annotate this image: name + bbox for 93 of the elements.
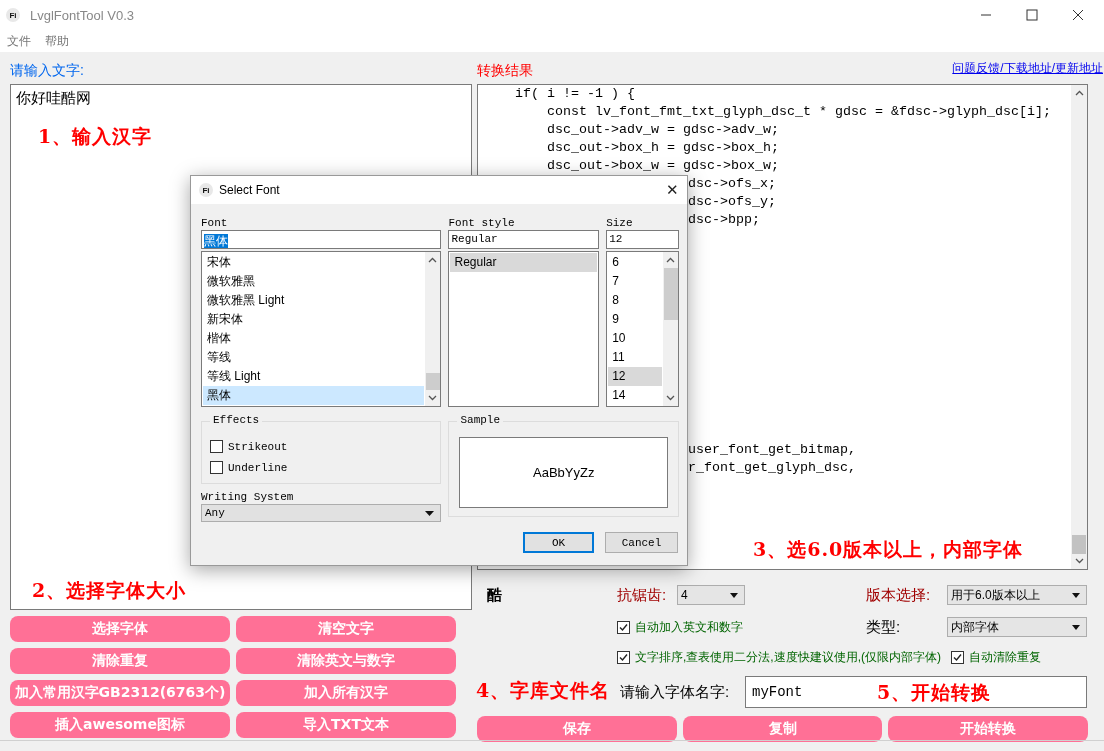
scrollbar[interactable] bbox=[425, 252, 441, 406]
scrollbar-thumb[interactable] bbox=[426, 373, 440, 390]
font-list-item[interactable]: 微软雅黑 Light bbox=[203, 291, 425, 310]
size-list-item[interactable]: 11 bbox=[608, 348, 662, 367]
annotation-text: 3、选6.0版本以上，内部字体 bbox=[753, 537, 1024, 562]
chevron-down-icon[interactable] bbox=[666, 395, 675, 401]
font-list-item[interactable]: 楷体 bbox=[203, 329, 425, 348]
writing-system-label: Writing System bbox=[201, 491, 295, 503]
font-list-item[interactable]: 等线 bbox=[203, 348, 425, 367]
caret-down-icon bbox=[1072, 592, 1080, 598]
glyph-preview: 酷 bbox=[487, 585, 503, 605]
caret-down-icon bbox=[425, 510, 435, 516]
app-icon: Fi bbox=[6, 8, 20, 22]
size-field[interactable]: 12 bbox=[606, 230, 679, 249]
size-list-item[interactable]: 8 bbox=[608, 291, 662, 310]
font-list-item[interactable]: 微软雅黑 bbox=[203, 272, 425, 291]
code-line: dsc_out->adv_w = gdsc->adv_w; bbox=[547, 121, 779, 139]
font-style-field[interactable]: Regular bbox=[448, 230, 600, 249]
checkbox[interactable] bbox=[617, 650, 630, 664]
annotation-text: 4、字库文件名 bbox=[476, 678, 611, 703]
font-list[interactable]: 宋体 微软雅黑 微软雅黑 Light 新宋体 楷体 等线 等线 Light 黑体 bbox=[201, 251, 442, 407]
chevron-down-icon[interactable] bbox=[1074, 558, 1084, 564]
scrollbar-thumb[interactable] bbox=[1072, 535, 1086, 554]
maximize-icon[interactable] bbox=[1026, 9, 1038, 21]
size-list-item[interactable]: 10 bbox=[608, 329, 662, 348]
code-line: dsc_out->box_w = gdsc->box_w; bbox=[547, 157, 779, 175]
effects-label: Effects bbox=[210, 414, 263, 426]
close-icon[interactable] bbox=[1072, 9, 1084, 21]
checkbox[interactable] bbox=[951, 650, 964, 664]
size-list-item[interactable]: 6 bbox=[608, 253, 662, 272]
checkbox[interactable] bbox=[210, 461, 223, 474]
font-list-item[interactable]: 黑体 bbox=[203, 386, 425, 405]
font-style-list[interactable]: Regular bbox=[448, 251, 600, 407]
version-label: 版本选择: bbox=[866, 585, 932, 605]
annotation-text: 1、输入汉字 bbox=[38, 124, 153, 149]
code-line: user_font_get_bitmap, bbox=[688, 441, 856, 459]
checkbox[interactable] bbox=[617, 620, 630, 634]
dialog-title: Select Font bbox=[219, 183, 280, 197]
scrollbar[interactable] bbox=[1071, 85, 1087, 569]
feedback-link[interactable]: 问题反馈/下载地址/更新地址 bbox=[952, 59, 1103, 77]
antialias-label: 抗锯齿: bbox=[617, 585, 668, 605]
size-list-item[interactable]: 12 bbox=[608, 367, 662, 386]
chevron-down-icon[interactable] bbox=[428, 395, 438, 401]
dialog-button[interactable]: OK bbox=[523, 532, 594, 553]
checkbox[interactable] bbox=[210, 440, 223, 453]
caret-down-icon bbox=[1072, 624, 1080, 630]
annotation-text: 2、选择字体大小 bbox=[32, 578, 187, 603]
size-label: Size bbox=[606, 217, 634, 229]
size-list-item[interactable]: 14 bbox=[608, 386, 662, 405]
type-select[interactable]: 内部字体 bbox=[947, 617, 1087, 637]
chevron-up-icon[interactable] bbox=[1074, 90, 1084, 96]
type-label: 类型: bbox=[866, 617, 902, 637]
checkbox-label: Strikeout bbox=[228, 440, 288, 453]
code-line: r_font_get_glyph_dsc, bbox=[688, 459, 856, 477]
code-line: if( i != -1 ) { bbox=[515, 85, 635, 103]
app-icon: Fi bbox=[199, 183, 213, 197]
font-label: Font bbox=[201, 217, 229, 229]
code-line: dsc_out->box_h = gdsc->box_h; bbox=[547, 139, 779, 157]
scrollbar[interactable] bbox=[663, 252, 678, 406]
version-select[interactable]: 用于6.0版本以上 bbox=[947, 585, 1087, 605]
checkbox-label: 自动加入英文和数字 bbox=[635, 618, 743, 636]
font-field[interactable]: 黑体 bbox=[201, 230, 442, 249]
window-title: LvglFontTool V0.3 bbox=[30, 7, 135, 23]
checkbox-label: 文字排序,查表使用二分法,速度快建议使用,(仅限内部字体) bbox=[635, 648, 941, 666]
code-line: const lv_font_fmt_txt_glyph_dsc_t * gdsc = &fdsc->glyph_dsc[i]; bbox=[547, 103, 1051, 121]
chevron-up-icon[interactable] bbox=[428, 257, 438, 263]
menu-item[interactable]: 帮助 bbox=[45, 32, 69, 50]
output-label: 转换结果 bbox=[477, 61, 533, 80]
menu-item[interactable]: 文件 bbox=[7, 32, 31, 50]
sample-label: Sample bbox=[457, 414, 504, 426]
size-list-item[interactable]: 7 bbox=[608, 272, 662, 291]
dialog-button[interactable]: Cancel bbox=[605, 532, 678, 553]
close-button[interactable]: ✕ bbox=[666, 181, 679, 199]
annotation-text: 5、开始转换 bbox=[877, 680, 992, 705]
font-list-item[interactable]: 新宋体 bbox=[203, 310, 425, 329]
caret-down-icon bbox=[730, 592, 738, 598]
style-list-item[interactable]: Regular bbox=[450, 253, 598, 272]
scrollbar-thumb[interactable] bbox=[663, 268, 678, 320]
checkbox-label: 自动清除重复 bbox=[969, 648, 1041, 666]
size-list[interactable]: 6 7 8 9 10 11 12 14 bbox=[606, 251, 679, 407]
font-name-label: 请输入字体名字: bbox=[620, 682, 731, 702]
writing-system-select[interactable]: Any bbox=[201, 504, 442, 522]
size-list-item[interactable]: 9 bbox=[608, 310, 662, 329]
code-line: dsc->ofs_x; bbox=[688, 175, 776, 193]
code-line: dsc->ofs_y; bbox=[688, 193, 776, 211]
sample-preview: AaBbYyZz bbox=[459, 437, 668, 508]
chevron-up-icon[interactable] bbox=[666, 257, 675, 263]
checkbox-label: Underline bbox=[228, 461, 288, 474]
code-line: dsc->bpp; bbox=[688, 211, 760, 229]
font-list-item[interactable]: 宋体 bbox=[203, 253, 425, 272]
font-list-item[interactable]: 等线 Light bbox=[203, 367, 425, 386]
antialias-select[interactable]: 4 bbox=[677, 585, 745, 605]
input-label: 请输入文字: bbox=[10, 61, 85, 80]
